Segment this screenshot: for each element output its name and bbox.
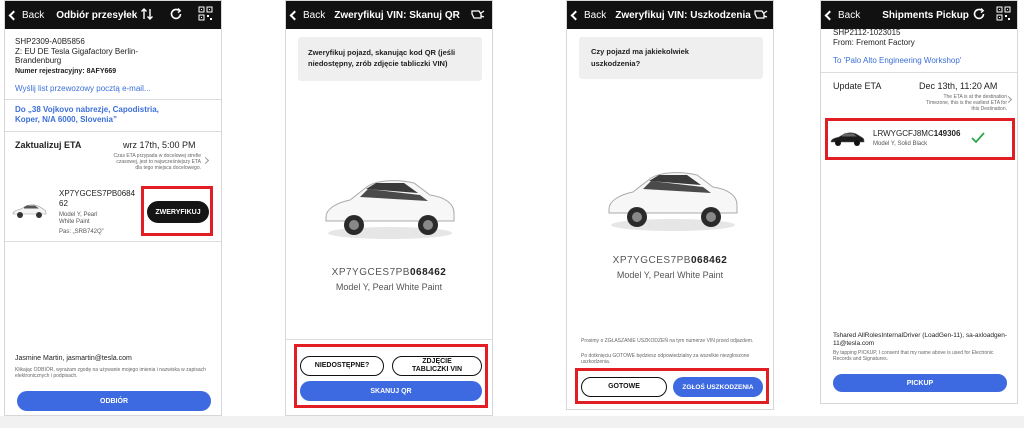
- plate-label: Numer rejestracyjny:: [15, 68, 85, 75]
- vin-suffix: 068462: [409, 267, 447, 278]
- model-text: Model Y, Pearl White Paint: [335, 282, 443, 292]
- car-image: [608, 172, 738, 231]
- pickup-button[interactable]: ODBIÓR: [17, 391, 211, 411]
- back-label: Back: [303, 9, 326, 21]
- top-bar: Back Zweryfikuj VIN: Skanuj QR: [286, 1, 492, 29]
- driver-text: Tshared AllRolesInternalDriver (LoadGen-…: [833, 332, 1008, 347]
- pickup-button[interactable]: PICKUP: [833, 374, 1007, 392]
- screen-title: Zweryfikuj VIN: Skanuj QR: [334, 9, 460, 21]
- destination-link-cont[interactable]: Koper, N/A 6000, Slovenia”: [15, 115, 117, 124]
- phone-screen-scan-qr: Back Zweryfikuj VIN: Skanuj QR Zweryfiku…: [285, 0, 493, 416]
- destination-link[interactable]: Do „38 Vojkovo nabrezje, Capodistria,: [15, 105, 159, 114]
- refresh-icon[interactable]: [972, 7, 986, 21]
- car-image: [325, 180, 455, 239]
- back-button[interactable]: Back: [567, 10, 606, 21]
- vin-prefix: XP7YGCES7PB: [331, 267, 410, 278]
- back-button[interactable]: Back: [286, 10, 325, 21]
- consent-text: By tapping PICKUP, I consent that my nam…: [833, 350, 994, 362]
- model-text-cont: White Paint: [59, 219, 90, 225]
- sort-arrows-icon[interactable]: [140, 7, 154, 21]
- refresh-icon[interactable]: [169, 7, 183, 21]
- highlight-box: [575, 368, 769, 404]
- back-button[interactable]: Back: [5, 10, 44, 21]
- flashlight-icon[interactable]: [471, 8, 485, 21]
- plate-value: 8AFY669: [86, 68, 117, 75]
- model-text: Model Y, Pearl White Paint: [616, 270, 724, 280]
- origin-text: From: Fremont Factory: [833, 38, 915, 47]
- email-waybill-link[interactable]: Wyślij list przewozowy pocztą e-mail...: [15, 84, 151, 93]
- highlight-box: [294, 344, 488, 408]
- shipment-id: SHP2112-1023015: [833, 28, 901, 37]
- screenshot-collage: Back Odbiór przesyłek SHP2309-A0B5856 Z:…: [0, 0, 1024, 428]
- screen-title: Zweryfikuj VIN: Uszkodzenia: [615, 9, 751, 21]
- chevron-left-icon: [570, 10, 581, 20]
- divider: [286, 339, 492, 340]
- car-thumbnail: [12, 204, 47, 218]
- back-label: Back: [838, 9, 861, 21]
- model-text: Model Y, Pearl: [59, 212, 98, 218]
- top-bar: Back Zweryfikuj VIN: Uszkodzenia: [567, 1, 773, 29]
- phone-screen-shipments-pickup: Back Shipments Pickup SHP2112-1023015 Fr…: [820, 0, 1018, 404]
- instruction-text: Zweryfikuj pojazd, skanując kod QR (jeśl…: [308, 48, 456, 68]
- screen-title: Shipments Pickup: [882, 9, 969, 21]
- back-button[interactable]: Back: [821, 10, 860, 21]
- flashlight-icon[interactable]: [754, 8, 768, 21]
- divider: [821, 72, 1017, 73]
- back-label: Back: [584, 9, 607, 21]
- highlight-box: [141, 186, 213, 236]
- plate-row: Numer rejestracyjny: 8AFY669: [15, 68, 116, 75]
- liability-note: Po dotknięciu GOTOWE będziesz odpowiedzi…: [581, 353, 750, 365]
- destination-link[interactable]: To 'Palo Alto Engineering Workshop': [833, 56, 961, 65]
- eta-note: The ETA is at the destination Timezone, …: [926, 94, 1007, 112]
- chevron-left-icon: [8, 10, 19, 20]
- eta-label[interactable]: Zaktualizuj ETA: [15, 140, 81, 150]
- chevron-left-icon: [289, 10, 300, 20]
- eta-note: Czas ETA przypada w docelowej strefie cz…: [113, 153, 201, 171]
- phone-screen-pickup-polish: Back Odbiór przesyłek SHP2309-A0B5856 Z:…: [4, 0, 222, 416]
- highlight-box: [825, 118, 1015, 160]
- top-bar: Back Shipments Pickup: [821, 1, 1017, 29]
- damage-note: Prosimy o ZGŁASZANIE USZKODZEŃ na tym nu…: [581, 338, 754, 344]
- chevron-left-icon: [824, 10, 835, 20]
- vin-text: XP7YGCES7PB068462: [567, 255, 773, 266]
- phone-screen-damage-check: Back Zweryfikuj VIN: Uszkodzenia Czy poj…: [566, 0, 774, 410]
- origin-text: Z: EU DE Tesla Gigafactory Berlin-: [15, 47, 139, 56]
- eta-value[interactable]: wrz 17th, 5:00 PM: [123, 140, 196, 150]
- divider: [5, 131, 221, 132]
- top-bar: Back Odbiór przesyłek: [5, 1, 221, 29]
- question-text: Czy pojazd ma jakiekolwiek uszkodzenia?: [591, 47, 689, 68]
- vin-line-cont: 62: [59, 199, 68, 208]
- eta-value[interactable]: Dec 13th, 11:20 AM: [919, 81, 997, 91]
- screen-title: Odbiór przesyłek: [56, 9, 138, 21]
- bottom-strip: [0, 416, 1024, 428]
- qr-code-icon[interactable]: [198, 6, 213, 21]
- vin-line: XP7YGCES7PB0684: [59, 189, 136, 198]
- divider: [5, 99, 221, 100]
- driver-text: Jasmine Martin, jasmartin@tesla.com: [15, 355, 132, 362]
- back-label: Back: [22, 9, 45, 21]
- chevron-right-icon: [201, 156, 210, 165]
- vin-suffix: 068462: [690, 255, 728, 266]
- origin-text-cont: Brandenburg: [15, 56, 62, 65]
- vin-prefix: XP7YGCES7PB: [612, 255, 691, 266]
- qr-code-icon[interactable]: [996, 6, 1011, 21]
- vin-text: XP7YGCES7PB068462: [286, 267, 492, 278]
- shipment-id: SHP2309-A0B5856: [15, 37, 85, 46]
- pass-label: Pas: „SRB742Q”: [59, 229, 104, 235]
- eta-label[interactable]: Update ETA: [833, 81, 881, 91]
- divider: [5, 241, 221, 242]
- consent-text: Klikając ODBIÓR, wyrażam zgodę na używan…: [15, 367, 206, 379]
